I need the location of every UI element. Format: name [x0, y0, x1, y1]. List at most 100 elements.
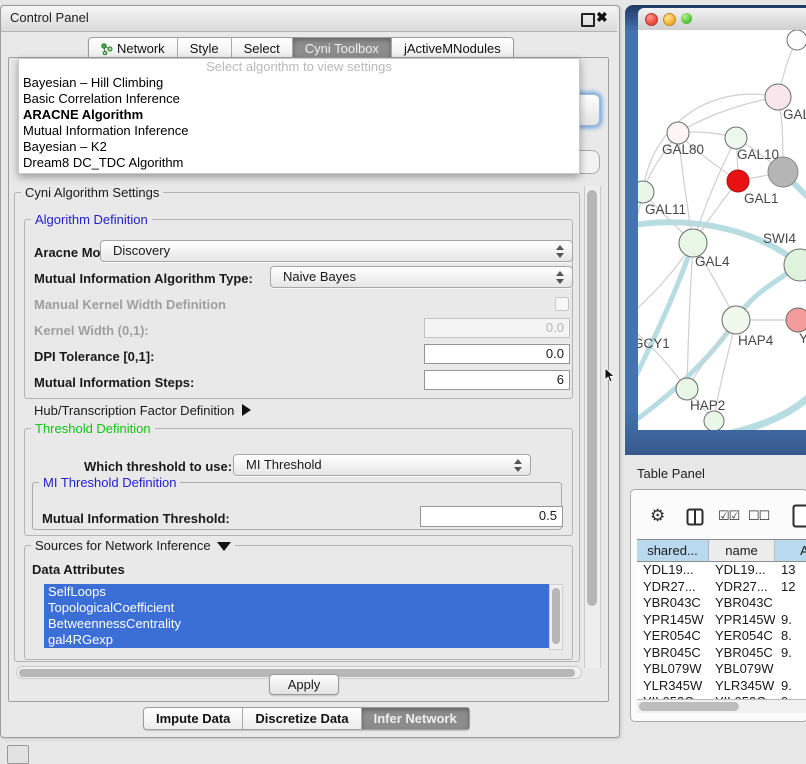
table-row[interactable]: YDL19...YDL19...13 [637, 562, 806, 579]
column-header-cut[interactable]: A [775, 540, 806, 562]
cell[interactable]: YBL079W [709, 661, 775, 678]
manual-kernel-width-checkbox[interactable] [555, 297, 569, 311]
cell[interactable]: YPR145W [709, 612, 775, 629]
dropdown-placeholder: Select algorithm to view settings [19, 59, 579, 75]
node-label-gal80: GAL80 [662, 142, 704, 157]
cell[interactable]: 13 [775, 562, 806, 579]
tab-infer-network[interactable]: Infer Network [362, 708, 469, 729]
data-attributes-list[interactable]: SelfLoops TopologicalCoefficient Between… [44, 584, 549, 648]
tab-impute-data[interactable]: Impute Data [144, 708, 243, 729]
cell[interactable]: 9. [775, 612, 806, 629]
node-gal4[interactable] [679, 229, 707, 257]
zoom-traffic-light-icon[interactable] [681, 13, 692, 24]
cell[interactable]: 12 [775, 579, 806, 596]
node-gal80[interactable] [667, 122, 689, 144]
tab-select-label: Select [244, 38, 280, 59]
cell[interactable]: YDR27... [637, 579, 709, 596]
bottom-left-cut-icon[interactable] [7, 745, 29, 764]
cell[interactable]: YER054C [637, 628, 709, 645]
dropdown-item-aracne[interactable]: ARACNE Algorithm [19, 107, 579, 123]
hub-definition-section[interactable]: Hub/Transcription Factor Definition [34, 403, 251, 418]
cell[interactable]: YLR345W [709, 678, 775, 695]
tab-jactivemnodules[interactable]: jActiveMNodules [392, 38, 513, 59]
list-item[interactable]: SelfLoops [44, 584, 549, 600]
node-hap4[interactable] [722, 306, 750, 334]
mi-algorithm-type-value: Naive Bayes [283, 269, 356, 284]
dropdown-item[interactable]: Bayesian – K2 [19, 139, 579, 155]
table-row[interactable]: YBL079WYBL079W [637, 661, 806, 678]
node-gal1-red[interactable] [727, 170, 749, 192]
node-gal10[interactable] [725, 127, 747, 149]
list-item[interactable]: BetweennessCentrality [44, 616, 549, 632]
apply-button[interactable]: Apply [269, 674, 339, 695]
table-settings-gear-icon[interactable]: ⚙ [650, 506, 665, 526]
node-salmon[interactable] [786, 308, 806, 332]
dropdown-item[interactable]: Basic Correlation Inference [19, 91, 579, 107]
mi-algorithm-type-combobox[interactable]: Naive Bayes [270, 266, 573, 288]
mi-threshold-field[interactable]: 0.5 [420, 506, 563, 527]
close-icon[interactable]: ✖ [596, 9, 608, 26]
table-horizontal-scrollbar[interactable] [637, 699, 806, 713]
cell[interactable]: YDL19... [709, 562, 775, 579]
cell[interactable]: YBR045C [637, 645, 709, 662]
cell[interactable]: YER054C [709, 628, 775, 645]
cell[interactable]: YBR043C [709, 595, 775, 612]
close-traffic-light-icon[interactable] [645, 13, 658, 26]
minimize-traffic-light-icon[interactable] [663, 13, 676, 26]
dropdown-item[interactable]: Dream8 DC_TDC Algorithm [19, 155, 579, 171]
tab-discretize-data[interactable]: Discretize Data [243, 708, 361, 729]
list-vertical-scrollbar[interactable] [549, 584, 563, 650]
settings-vertical-scrollbar[interactable] [584, 186, 601, 668]
list-scrollbar-thumb[interactable] [552, 588, 560, 644]
column-chooser-icon[interactable] [686, 508, 704, 526]
network-canvas[interactable]: GAL80 GAL10 GAL1 GAL11 GAL SWI4 GAL4 GCY… [638, 30, 806, 430]
cell[interactable]: 8. [775, 628, 806, 645]
cell[interactable]: YDL19... [637, 562, 709, 579]
table-row[interactable]: YPR145WYPR145W9. [637, 612, 806, 629]
column-header-shared[interactable]: shared... [637, 540, 709, 562]
dropdown-item[interactable]: Bayesian – Hill Climbing [19, 75, 579, 91]
table-row[interactable]: YLR345WYLR345W9. [637, 678, 806, 695]
table-hscrollbar-thumb[interactable] [639, 702, 739, 711]
table-row[interactable]: YDR27...YDR27...12 [637, 579, 806, 596]
table-row[interactable]: YBR045CYBR045C9. [637, 645, 806, 662]
cell[interactable]: YBL079W [637, 661, 709, 678]
select-all-icon[interactable]: ☑☑ [718, 508, 739, 524]
threshold-definition-title: Threshold Definition [31, 421, 155, 436]
kernel-width-field[interactable]: 0.0 [424, 318, 570, 338]
cell[interactable]: YLR345W [637, 678, 709, 695]
cell[interactable]: YBR043C [637, 595, 709, 612]
node-unlabeled-top[interactable] [787, 30, 806, 50]
toolbar-cut-icon[interactable] [792, 504, 806, 528]
cell[interactable]: YDR27... [709, 579, 775, 596]
cyni-algorithm-settings-title: Cyni Algorithm Settings [21, 185, 163, 200]
float-window-icon[interactable] [581, 13, 595, 27]
expanded-arrow-icon[interactable] [217, 542, 231, 551]
dropdown-item[interactable]: Mutual Information Inference [19, 123, 579, 139]
column-header-name[interactable]: name [709, 540, 775, 562]
table-row[interactable]: YBR043CYBR043C [637, 595, 806, 612]
cell[interactable]: 9. [775, 678, 806, 695]
tab-network[interactable]: Network [89, 38, 178, 59]
list-item[interactable]: TopologicalCoefficient [44, 600, 549, 616]
aracne-mode-combobox[interactable]: Discovery [100, 240, 573, 262]
mi-steps-field[interactable]: 6 [424, 370, 570, 390]
tab-cyni-toolbox[interactable]: Cyni Toolbox [293, 38, 392, 59]
cell[interactable]: YBR045C [709, 645, 775, 662]
node-bottom[interactable] [704, 411, 724, 430]
node-hap2[interactable] [676, 378, 698, 400]
which-threshold-combobox[interactable]: MI Threshold [233, 454, 531, 476]
list-item[interactable]: gal4RGexp [44, 632, 549, 648]
cell[interactable]: YPR145W [637, 612, 709, 629]
cell[interactable]: 9. [775, 645, 806, 662]
node-label-gcy1: GCY1 [638, 336, 670, 351]
table-row[interactable]: YER054CYER054C8. [637, 628, 806, 645]
tab-style[interactable]: Style [178, 38, 232, 59]
deselect-all-icon[interactable]: ☐☐ [748, 508, 769, 524]
settings-vscrollbar-thumb[interactable] [587, 190, 597, 606]
node-gal11[interactable] [638, 181, 654, 203]
collapsed-arrow-icon[interactable] [242, 404, 251, 416]
algorithm-dropdown-list: Select algorithm to view settings Bayesi… [18, 58, 580, 174]
tab-select[interactable]: Select [232, 38, 293, 59]
dpi-tolerance-field[interactable]: 0.0 [424, 344, 570, 364]
